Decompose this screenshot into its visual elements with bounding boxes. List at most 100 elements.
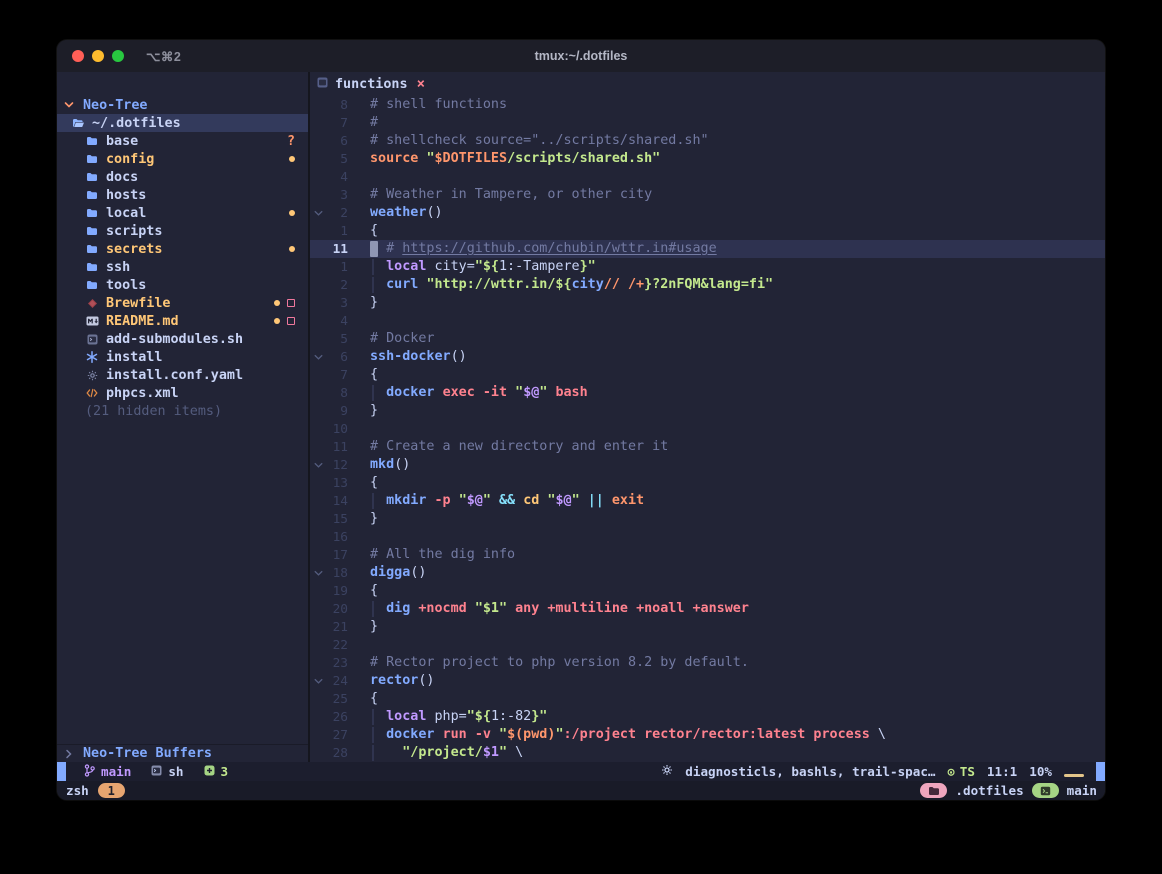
code-line[interactable]: 6# shellcheck source="../scripts/shared.… xyxy=(310,132,1105,150)
minimize-window-button[interactable] xyxy=(92,50,104,62)
tree-item-ssh[interactable]: ssh xyxy=(57,258,308,276)
tmux-window-index-badge[interactable]: 1 xyxy=(98,783,125,798)
scroll-percent: 10% xyxy=(1029,764,1052,779)
git-branch-icon xyxy=(84,764,95,780)
tree-item-label: local xyxy=(106,206,146,221)
tree-item-install.conf.yaml[interactable]: install.conf.yaml xyxy=(57,366,308,384)
folder-icon xyxy=(920,783,947,798)
neo-tree-buffers-header[interactable]: Neo-Tree Buffers xyxy=(57,744,308,762)
git-staged-box-icon xyxy=(287,317,295,325)
code-line[interactable]: 26 local php="${1:-82}" xyxy=(310,708,1105,726)
tree-item-brewfile[interactable]: Brewfile xyxy=(57,294,308,312)
code-line[interactable]: 15} xyxy=(310,510,1105,528)
tree-item-label: tools xyxy=(106,278,146,293)
code-line[interactable]: 10 xyxy=(310,420,1105,438)
line-number: 23 xyxy=(326,656,348,671)
code-line[interactable]: 8# shell functions xyxy=(310,96,1105,114)
code-line-current[interactable]: 11 # https://github.com/chubin/wttr.in#u… xyxy=(310,240,1105,258)
tmux-window-name[interactable]: zsh xyxy=(66,783,89,798)
code-line[interactable]: 20 dig +nocmd "$1" any +multiline +noall… xyxy=(310,600,1105,618)
code-line[interactable]: 3# Weather in Tampere, or other city xyxy=(310,186,1105,204)
code-line[interactable]: 16 xyxy=(310,528,1105,546)
tree-item-local[interactable]: local xyxy=(57,204,308,222)
tree-item-docs[interactable]: docs xyxy=(57,168,308,186)
line-text: docker exec -it "$@" bash xyxy=(348,384,1105,402)
tab-close-icon[interactable]: × xyxy=(417,76,425,92)
fold-chevron-icon[interactable] xyxy=(310,354,326,361)
line-number: 16 xyxy=(326,530,348,545)
fold-chevron-icon[interactable] xyxy=(310,462,326,469)
line-text xyxy=(348,528,1105,546)
line-number: 13 xyxy=(326,476,348,491)
code-line[interactable]: 21} xyxy=(310,618,1105,636)
indent-guide xyxy=(372,259,374,275)
git-added-icon xyxy=(204,764,215,779)
tree-item-phpcs.xml[interactable]: phpcs.xml xyxy=(57,384,308,402)
fold-chevron-icon[interactable] xyxy=(310,570,326,577)
line-number: 25 xyxy=(326,692,348,707)
line-text: # Docker xyxy=(348,330,1105,348)
markdown-icon xyxy=(85,316,99,326)
tree-item-tools[interactable]: tools xyxy=(57,276,308,294)
code-line[interactable]: 19{ xyxy=(310,582,1105,600)
code-line[interactable]: 17# All the dig info xyxy=(310,546,1105,564)
line-text xyxy=(348,168,1105,186)
code-line[interactable]: 28 "/project/$1" \ xyxy=(310,744,1105,762)
code-line[interactable]: 2weather() xyxy=(310,204,1105,222)
fold-chevron-icon[interactable] xyxy=(310,210,326,217)
folder-icon xyxy=(85,136,99,146)
tree-item-add-submodules.sh[interactable]: add-submodules.sh xyxy=(57,330,308,348)
zoom-window-button[interactable] xyxy=(112,50,124,62)
tree-item-base[interactable]: base? xyxy=(57,132,308,150)
tree-item-config[interactable]: config xyxy=(57,150,308,168)
tree-item-secrets[interactable]: secrets xyxy=(57,240,308,258)
code-line[interactable]: 27 docker run -v "$(pwd)":/project recto… xyxy=(310,726,1105,744)
code-line[interactable]: 18digga() xyxy=(310,564,1105,582)
code-line[interactable]: 5# Docker xyxy=(310,330,1105,348)
code-line[interactable]: 11# Create a new directory and enter it xyxy=(310,438,1105,456)
code-line[interactable]: 9} xyxy=(310,402,1105,420)
tree-item-hosts[interactable]: hosts xyxy=(57,186,308,204)
code-line[interactable]: 2 curl "http://wttr.in/${city// /+}?2nFQ… xyxy=(310,276,1105,294)
code-line[interactable]: 12mkd() xyxy=(310,456,1105,474)
code-line[interactable]: 6ssh-docker() xyxy=(310,348,1105,366)
line-number: 24 xyxy=(326,674,348,689)
code-line[interactable]: 1{ xyxy=(310,222,1105,240)
cursor-position: 11:1 xyxy=(987,764,1017,779)
code-line[interactable]: 23# Rector project to php version 8.2 by… xyxy=(310,654,1105,672)
line-text: mkd() xyxy=(348,456,1105,474)
git-branch-label[interactable]: main xyxy=(101,764,131,779)
editor-pane: functions × 8# shell functions7#6# shell… xyxy=(310,72,1105,762)
code-line[interactable]: 1 local city="${1:-Tampere}" xyxy=(310,258,1105,276)
code-line[interactable]: 7# xyxy=(310,114,1105,132)
code-line[interactable]: 8 docker exec -it "$@" bash xyxy=(310,384,1105,402)
line-number: 28 xyxy=(326,746,348,761)
line-text: { xyxy=(348,690,1105,708)
code-line[interactable]: 25{ xyxy=(310,690,1105,708)
shell-icon xyxy=(85,334,99,345)
folder-icon xyxy=(85,244,99,254)
neo-tree-buffers-title: Neo-Tree Buffers xyxy=(83,746,212,761)
chevron-down-icon[interactable] xyxy=(62,101,76,109)
tmux-session-branch: main xyxy=(1067,783,1097,798)
tree-item-install[interactable]: install xyxy=(57,348,308,366)
code-line[interactable]: 4 xyxy=(310,168,1105,186)
code-line[interactable]: 13{ xyxy=(310,474,1105,492)
code-line[interactable]: 4 xyxy=(310,312,1105,330)
line-number: 10 xyxy=(326,422,348,437)
code-line[interactable]: 24rector() xyxy=(310,672,1105,690)
tree-item--21-hidden-items-[interactable]: (21 hidden items) xyxy=(57,402,308,420)
tree-item--.dotfiles[interactable]: ~/.dotfiles xyxy=(57,114,308,132)
code-line[interactable]: 7{ xyxy=(310,366,1105,384)
tab-functions[interactable]: functions xyxy=(335,77,408,92)
tree-item-scripts[interactable]: scripts xyxy=(57,222,308,240)
line-number: 5 xyxy=(326,332,348,347)
tree-item-readme.md[interactable]: README.md xyxy=(57,312,308,330)
line-text: } xyxy=(348,294,1105,312)
code-line[interactable]: 5source "$DOTFILES/scripts/shared.sh" xyxy=(310,150,1105,168)
code-line[interactable]: 14 mkdir -p "$@" && cd "$@" || exit xyxy=(310,492,1105,510)
close-window-button[interactable] xyxy=(72,50,84,62)
code-line[interactable]: 3} xyxy=(310,294,1105,312)
fold-chevron-icon[interactable] xyxy=(310,678,326,685)
code-line[interactable]: 22 xyxy=(310,636,1105,654)
